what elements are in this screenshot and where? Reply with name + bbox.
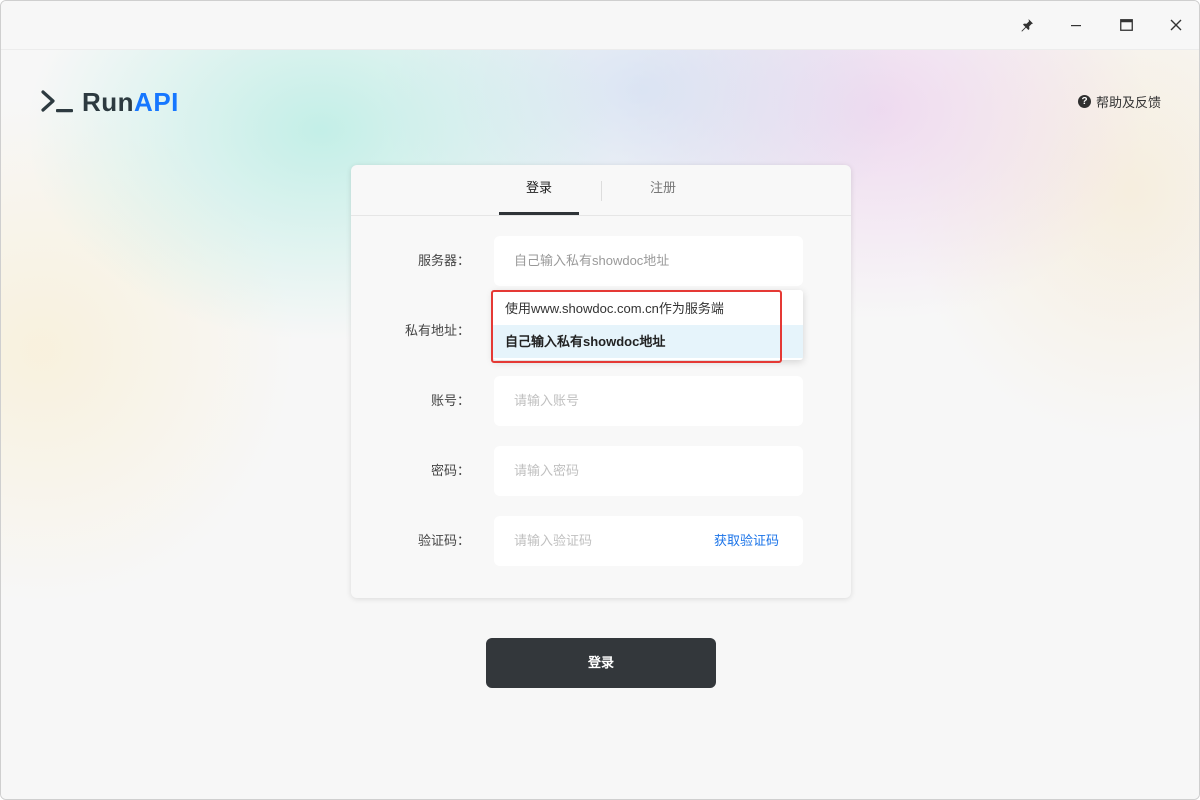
- password-label: 密码：: [430, 463, 470, 478]
- help-feedback-link[interactable]: ? 帮助及反馈: [1078, 92, 1161, 111]
- brand-logo: RunAPI: [40, 86, 179, 118]
- minimize-icon[interactable]: [1058, 8, 1094, 42]
- captcha-label: 验证码：: [417, 533, 470, 548]
- captcha-row: 验证码： 获取验证码: [351, 516, 851, 566]
- account-row: 账号：: [351, 376, 851, 426]
- tab-register[interactable]: 注册: [623, 165, 703, 215]
- terminal-prompt-icon: [41, 90, 73, 113]
- maximize-icon[interactable]: [1108, 8, 1144, 42]
- server-select[interactable]: 自己输入私有showdoc地址: [494, 236, 803, 286]
- close-icon[interactable]: [1158, 8, 1194, 42]
- dropdown-option-official-server[interactable]: 使用www.showdoc.com.cn作为服务端: [493, 292, 803, 325]
- auth-tabs: 登录 注册: [351, 165, 851, 216]
- tab-login[interactable]: 登录: [499, 165, 579, 215]
- private-address-label: 私有地址：: [404, 323, 470, 338]
- account-label: 账号：: [430, 393, 470, 408]
- title-bar: [1, 1, 1199, 50]
- dropdown-option-private-server[interactable]: 自己输入私有showdoc地址: [493, 325, 803, 358]
- brand-name: RunAPI: [82, 87, 179, 118]
- get-captcha-button[interactable]: 获取验证码: [714, 516, 779, 566]
- tab-divider: [601, 181, 602, 201]
- server-dropdown-menu: 使用www.showdoc.com.cn作为服务端 自己输入私有showdoc地…: [493, 290, 803, 360]
- server-label: 服务器：: [417, 253, 470, 268]
- brand-name-suffix: API: [134, 86, 179, 117]
- login-button[interactable]: 登录: [486, 638, 716, 688]
- account-input[interactable]: [494, 376, 803, 426]
- pin-icon[interactable]: [1009, 8, 1045, 42]
- brand-name-prefix: Run: [82, 86, 135, 117]
- password-row: 密码：: [351, 446, 851, 496]
- help-feedback-label: 帮助及反馈: [1096, 95, 1162, 110]
- password-input[interactable]: [494, 446, 803, 496]
- login-card: 登录 注册 服务器： 自己输入私有showdoc地址 私有地址： 账号： 密码：…: [351, 165, 851, 598]
- question-circle-icon: ?: [1078, 95, 1091, 108]
- app-window: RunAPI ? 帮助及反馈 登录 注册 服务器： 自己输入私有showdoc地…: [0, 0, 1200, 800]
- server-row: 服务器： 自己输入私有showdoc地址: [351, 236, 851, 286]
